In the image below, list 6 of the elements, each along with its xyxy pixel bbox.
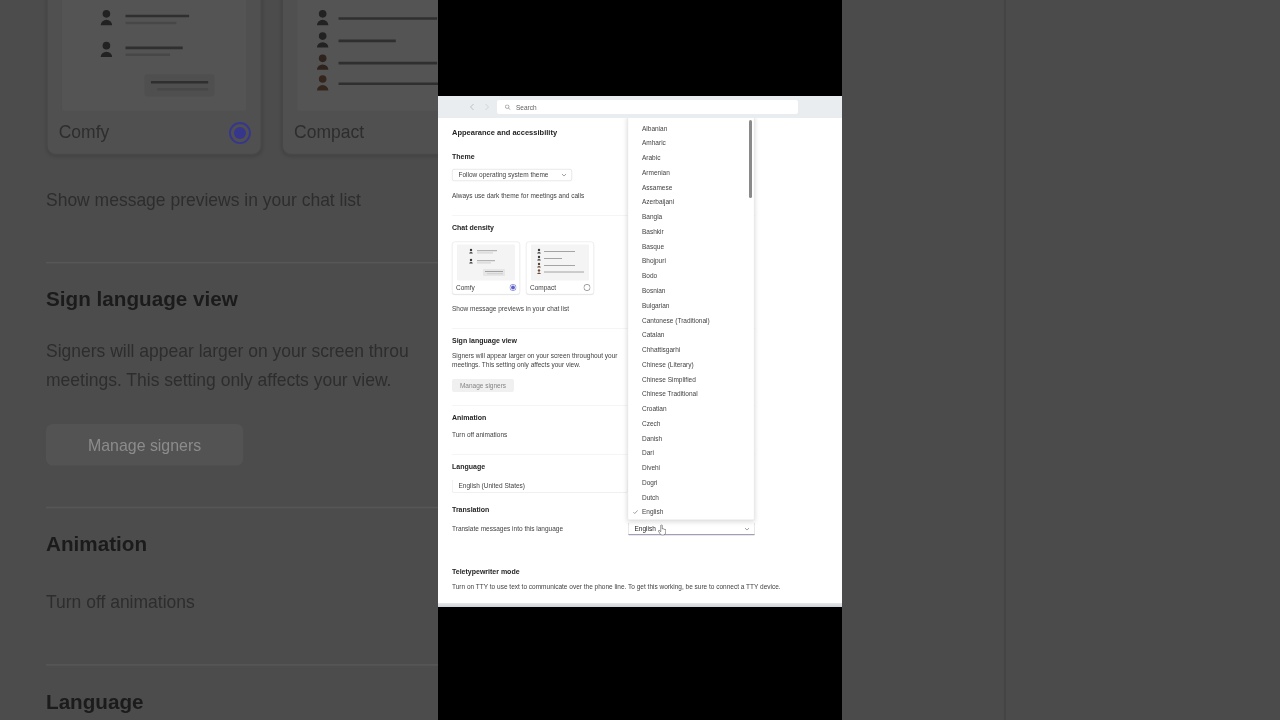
chat-preview-drawing xyxy=(457,244,515,281)
radio-button[interactable] xyxy=(509,283,517,291)
hand-cursor-icon xyxy=(658,524,666,536)
radio-button[interactable] xyxy=(228,121,252,144)
chat-preview-drawing xyxy=(531,244,589,281)
scroll-thumb[interactable] xyxy=(749,119,752,198)
